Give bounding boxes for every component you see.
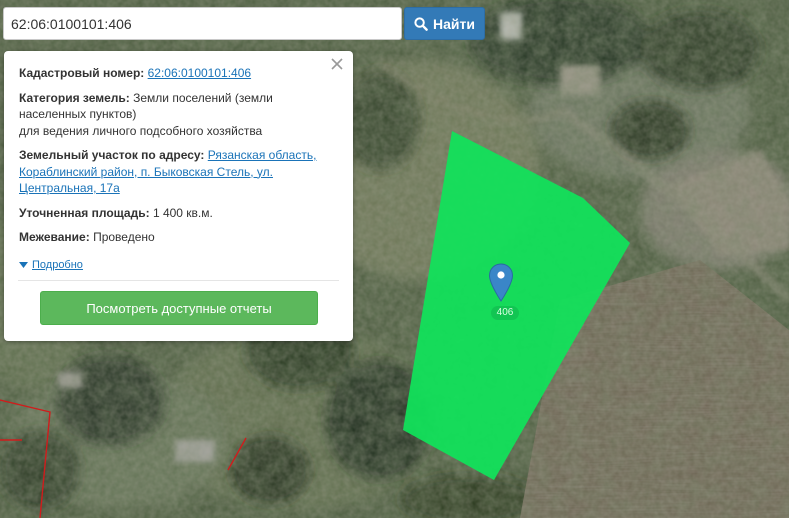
address-link-1[interactable]: Рязанская область, bbox=[208, 148, 317, 162]
address-row: Земельный участок по адресу: Рязанская о… bbox=[19, 147, 339, 197]
cadastral-label: Кадастровый номер: bbox=[19, 66, 145, 80]
survey-row: Межевание: Проведено bbox=[19, 229, 339, 246]
view-reports-button[interactable]: Посмотреть доступные отчеты bbox=[40, 291, 318, 325]
category-value-2: населенных пунктов) bbox=[19, 107, 137, 121]
survey-label: Межевание: bbox=[19, 230, 90, 244]
area-row: Уточненная площадь: 1 400 кв.м. bbox=[19, 205, 339, 222]
search-input[interactable] bbox=[3, 7, 402, 40]
area-value: 1 400 кв.м. bbox=[152, 205, 213, 220]
category-value-3: для ведения личного подсобного хозяйства bbox=[19, 123, 263, 138]
search-icon bbox=[414, 16, 428, 31]
address-label: Земельный участок по адресу: bbox=[19, 148, 205, 162]
caret-down-icon bbox=[19, 261, 28, 268]
category-value-1: Земли поселений (земли bbox=[133, 90, 273, 105]
address-link-3[interactable]: Центральная, 17а bbox=[19, 181, 120, 195]
address-link-2[interactable]: Кораблинский район, п. Быковская Стель, … bbox=[19, 165, 273, 179]
close-button[interactable] bbox=[329, 56, 345, 72]
search-button-label: Найти bbox=[433, 15, 475, 32]
details-label: Подробно bbox=[32, 258, 83, 271]
area-label: Уточненная площадь: bbox=[19, 205, 150, 220]
search-button[interactable]: Найти bbox=[404, 7, 485, 40]
close-icon bbox=[331, 58, 343, 70]
category-row: Категория земель: Земли поселений (земли… bbox=[19, 90, 339, 140]
parcel-info-popup: Кадастровый номер: 62:06:0100101:406 Кат… bbox=[4, 51, 353, 341]
details-toggle[interactable]: Подробно bbox=[19, 257, 83, 274]
cadastral-link[interactable]: 62:06:0100101:406 bbox=[148, 66, 251, 80]
map-pin-icon[interactable] bbox=[488, 263, 514, 303]
cadastral-row: Кадастровый номер: 62:06:0100101:406 bbox=[19, 65, 339, 82]
category-label: Категория земель: bbox=[19, 90, 130, 105]
survey-value: Проведено bbox=[93, 230, 155, 244]
parcel-number-label: 406 bbox=[491, 306, 519, 320]
popup-divider bbox=[18, 280, 339, 281]
